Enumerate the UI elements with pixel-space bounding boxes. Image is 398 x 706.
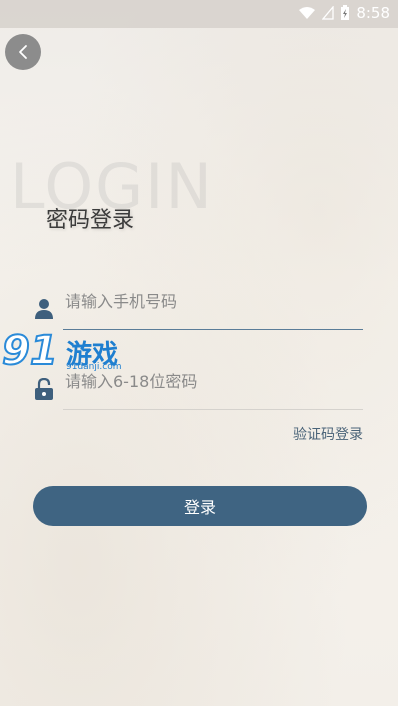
status-icons: 8:58: [298, 4, 390, 22]
phone-field: [32, 282, 363, 330]
wifi-icon: [299, 7, 316, 19]
login-button[interactable]: 登录: [33, 486, 367, 526]
phone-input[interactable]: [63, 282, 363, 320]
watermark-number: 91: [1, 327, 59, 375]
signal-icon: [322, 6, 334, 20]
watermark-url: 91danji.com: [66, 362, 122, 372]
sms-login-link[interactable]: 验证码登录: [293, 424, 363, 444]
status-bar: 8:58: [0, 0, 398, 28]
page-title: 密码登录: [46, 208, 135, 233]
password-underline: [63, 409, 363, 410]
watermark-logo: 91 游戏 91danji.com: [0, 327, 140, 378]
back-button[interactable]: [5, 34, 41, 70]
back-arrow-icon: [19, 45, 27, 59]
lock-icon: [35, 378, 53, 400]
user-icon: [35, 299, 53, 319]
status-time: 8:58: [356, 4, 390, 22]
battery-charging-icon: [341, 5, 350, 20]
